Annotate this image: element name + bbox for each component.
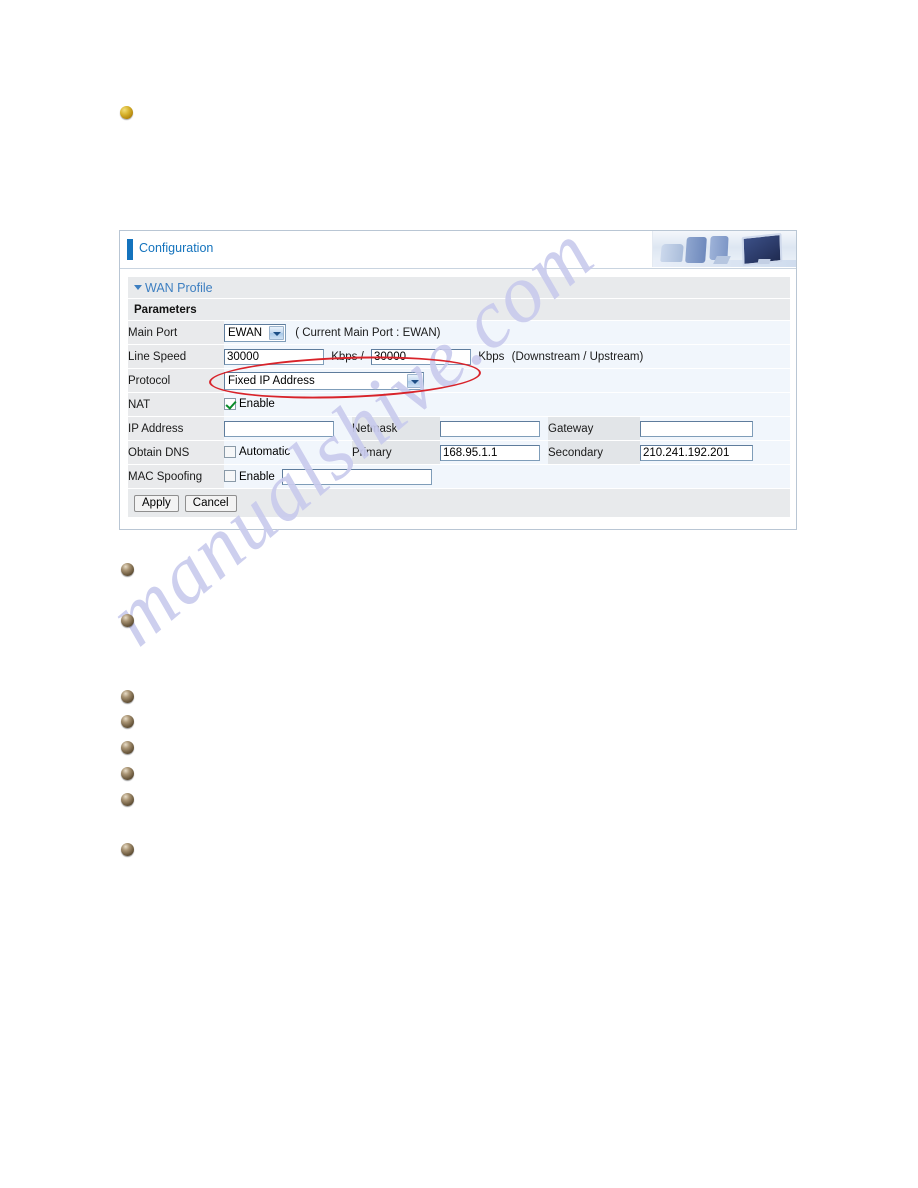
bullet-marker-5 <box>121 741 134 754</box>
mac-spoofing-enable-label: Enable <box>239 470 275 483</box>
protocol-label: Protocol <box>128 368 224 393</box>
protocol-select-value: Fixed IP Address <box>228 374 315 387</box>
line-speed-downstream-input[interactable] <box>224 348 324 365</box>
panel-header: Configuration <box>120 231 796 269</box>
row-main-port: Main Port EWAN ( Current Main Port : EWA… <box>128 320 791 345</box>
nat-enable-label: Enable <box>239 398 275 411</box>
ip-address-field-cell <box>224 416 352 441</box>
wan-profile-table: WAN Profile Parameters Main Port EWAN ( … <box>128 277 791 518</box>
dns-primary-input[interactable] <box>440 444 540 461</box>
gateway-label: Gateway <box>548 416 640 441</box>
wan-profile-title: WAN Profile <box>128 281 213 295</box>
row-protocol: Protocol Fixed IP Address <box>128 368 791 393</box>
obtain-dns-label: Obtain DNS <box>128 440 224 465</box>
parameters-header-row: Parameters <box>128 298 791 321</box>
main-port-field-cell: EWAN ( Current Main Port : EWAN) <box>224 320 791 345</box>
main-port-label: Main Port <box>128 320 224 345</box>
chevron-down-icon[interactable] <box>407 373 422 388</box>
mac-spoofing-enable-checkbox[interactable] <box>224 470 236 483</box>
panel-body: WAN Profile Parameters Main Port EWAN ( … <box>120 269 796 527</box>
nat-field-cell: Enable <box>224 392 791 417</box>
main-port-note: ( Current Main Port : EWAN) <box>295 326 441 339</box>
row-line-speed: Line Speed Kbps / Kbps (Downstream / Ups… <box>128 344 791 369</box>
row-mac-spoofing: MAC Spoofing Enable <box>128 464 791 489</box>
bullet-marker-4 <box>121 715 134 728</box>
parameters-label: Parameters <box>128 298 791 321</box>
caret-down-icon[interactable] <box>134 284 142 290</box>
bullet-marker-8 <box>121 843 134 856</box>
action-buttons-cell: Apply Cancel <box>128 488 791 518</box>
bullet-marker-3 <box>121 690 134 703</box>
mac-spoofing-label: MAC Spoofing <box>128 464 224 489</box>
office-desk-monitor-image <box>652 231 796 267</box>
bullet-marker-7 <box>121 793 134 806</box>
nat-label: NAT <box>128 392 224 417</box>
protocol-field-cell: Fixed IP Address <box>224 368 791 393</box>
bullet-marker-6 <box>121 767 134 780</box>
dns-automatic-checkbox[interactable] <box>224 446 236 459</box>
row-ip-address: IP Address Netmask Gateway <box>128 416 791 441</box>
ip-address-input[interactable] <box>224 420 334 437</box>
dns-secondary-input[interactable] <box>640 444 753 461</box>
cancel-button[interactable]: Cancel <box>184 494 237 512</box>
apply-button[interactable]: Apply <box>134 494 179 512</box>
nat-enable-checkbox[interactable] <box>224 398 236 411</box>
chevron-down-icon[interactable] <box>269 325 284 340</box>
mac-spoofing-field-cell: Enable <box>224 464 791 489</box>
gateway-field-cell <box>640 416 791 441</box>
line-speed-field-cell: Kbps / Kbps (Downstream / Upstream) <box>224 344 791 369</box>
line-speed-unit-2: Kbps <box>478 350 505 363</box>
row-obtain-dns: Obtain DNS Automatic Primary Secondary <box>128 440 791 465</box>
line-speed-upstream-input[interactable] <box>371 348 472 365</box>
section-header-row: WAN Profile <box>128 277 791 299</box>
obtain-dns-auto-cell: Automatic <box>224 440 352 465</box>
netmask-input[interactable] <box>440 420 540 437</box>
dns-automatic-label: Automatic <box>239 446 291 459</box>
main-port-select-value: EWAN <box>228 326 263 339</box>
bullet-marker-2 <box>121 614 134 627</box>
router-config-panel: Configuration WAN Profile Parameters Mai… <box>119 230 797 530</box>
line-speed-unit-1: Kbps / <box>331 350 364 363</box>
main-port-select[interactable]: EWAN <box>224 323 286 342</box>
mac-spoofing-input[interactable] <box>282 468 433 485</box>
dns-primary-label: Primary <box>352 440 440 465</box>
bullet-marker-top <box>120 106 133 119</box>
line-speed-note: (Downstream / Upstream) <box>511 350 644 363</box>
dns-primary-cell <box>440 440 548 465</box>
bullet-marker-1 <box>121 563 134 576</box>
gateway-input[interactable] <box>640 420 753 437</box>
netmask-label: Netmask <box>352 416 440 441</box>
wan-profile-title-label: WAN Profile <box>145 280 213 295</box>
protocol-select[interactable]: Fixed IP Address <box>224 371 424 390</box>
dns-secondary-label: Secondary <box>548 440 640 465</box>
ip-address-label: IP Address <box>128 416 224 441</box>
row-actions: Apply Cancel <box>128 488 791 518</box>
header-accent-bar <box>127 239 133 260</box>
netmask-field-cell <box>440 416 548 441</box>
line-speed-label: Line Speed <box>128 344 224 369</box>
dns-secondary-cell <box>640 440 791 465</box>
row-nat: NAT Enable <box>128 392 791 417</box>
page-title: Configuration <box>139 241 214 255</box>
